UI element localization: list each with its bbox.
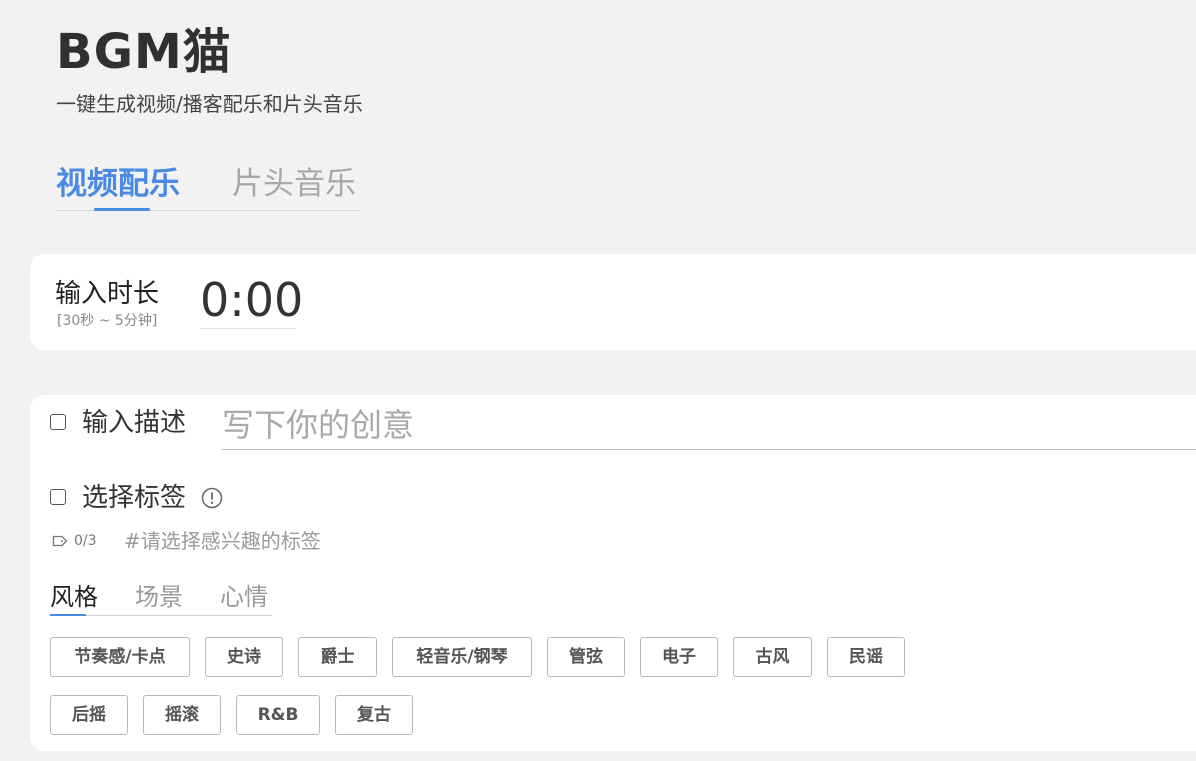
tag-option[interactable]: R&B bbox=[236, 695, 320, 735]
options-card: 输入描述 写下你的创意 选择标签 0/3 #请选择感兴趣的标签 风格 场景 心情… bbox=[30, 395, 1196, 751]
active-subtab-indicator bbox=[50, 614, 86, 616]
tag-option[interactable]: 后摇 bbox=[50, 695, 128, 735]
description-label: 输入描述 bbox=[82, 408, 187, 438]
tag-option[interactable]: 复古 bbox=[335, 695, 413, 735]
tag-counter: 0/3 bbox=[52, 532, 97, 550]
tab-intro-music[interactable]: 片头音乐 bbox=[232, 162, 356, 206]
page: BGM猫 一键生成视频/播客配乐和片头音乐 视频配乐 片头音乐 输入时长 [30… bbox=[0, 0, 1196, 761]
main-tabs: 视频配乐 片头音乐 bbox=[56, 160, 361, 211]
tag-option[interactable]: 管弦 bbox=[547, 637, 625, 677]
tag-option[interactable]: 电子 bbox=[640, 637, 718, 677]
duration-input[interactable]: 0:00 bbox=[200, 272, 303, 329]
tab-video-bgm[interactable]: 视频配乐 bbox=[56, 162, 180, 206]
duration-range-hint: [30秒 ~ 5分钟] bbox=[57, 313, 158, 329]
tag-option[interactable]: 节奏感/卡点 bbox=[50, 637, 190, 677]
tag-count-value: 0/3 bbox=[74, 533, 97, 549]
tab-scene[interactable]: 场景 bbox=[135, 581, 183, 613]
app-subtitle: 一键生成视频/播客配乐和片头音乐 bbox=[56, 92, 363, 116]
tags-checkbox[interactable] bbox=[50, 489, 66, 505]
active-tab-indicator bbox=[94, 208, 150, 211]
tab-mood[interactable]: 心情 bbox=[220, 581, 268, 613]
description-input[interactable]: 写下你的创意 bbox=[222, 403, 1196, 450]
tag-category-tabs: 风格 场景 心情 bbox=[50, 581, 272, 616]
tag-option[interactable]: 摇滚 bbox=[143, 695, 221, 735]
info-icon[interactable] bbox=[201, 487, 223, 509]
duration-card: 输入时长 [30秒 ~ 5分钟] 0:00 bbox=[30, 254, 1196, 350]
description-checkbox[interactable] bbox=[50, 414, 66, 430]
tag-icon bbox=[52, 535, 68, 547]
tag-option[interactable]: 轻音乐/钢琴 bbox=[392, 637, 532, 677]
tag-option[interactable]: 史诗 bbox=[205, 637, 283, 677]
tag-option[interactable]: 古风 bbox=[733, 637, 812, 677]
tag-option[interactable]: 爵士 bbox=[298, 637, 377, 677]
tag-hint: #请选择感兴趣的标签 bbox=[124, 529, 321, 553]
tag-option[interactable]: 民谣 bbox=[827, 637, 905, 677]
app-logo: BGM猫 bbox=[56, 24, 232, 80]
tab-style[interactable]: 风格 bbox=[50, 581, 98, 613]
duration-label: 输入时长 bbox=[55, 279, 160, 309]
tags-label: 选择标签 bbox=[82, 483, 187, 513]
